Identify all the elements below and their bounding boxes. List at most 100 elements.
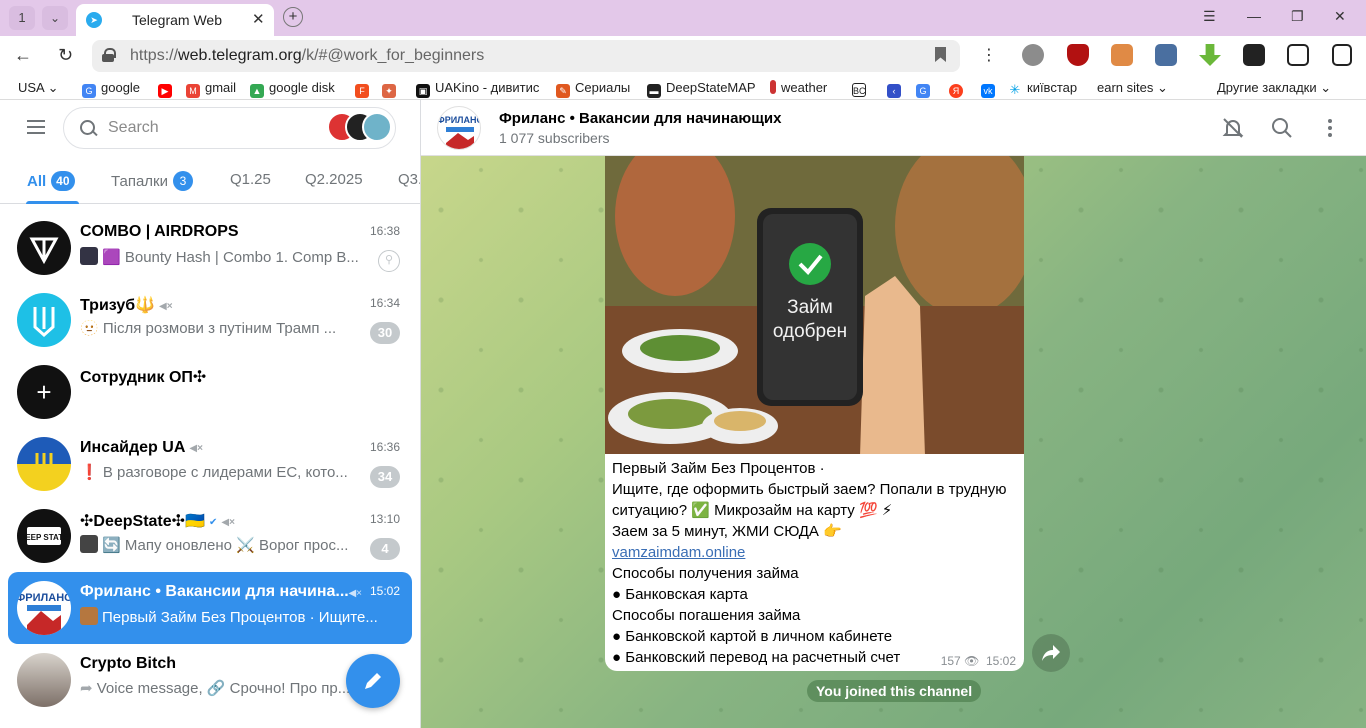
chat-item-tryzub[interactable]: Тризуб🔱 ◀× 16:34 🫥 Після розмови з путіни… [8, 284, 412, 356]
avatar [17, 293, 71, 347]
chat-preview: 🔄 Мапу оновлено ⚔️ Ворог прос... [80, 535, 370, 554]
bookmark-google[interactable]: Ggoogle [82, 80, 140, 98]
chat-time: 15:02 [369, 584, 400, 598]
tab-tapalki[interactable]: Тапалки 3 [111, 171, 193, 191]
google-icon: G [82, 84, 96, 98]
tab-q3[interactable]: Q3. [398, 171, 420, 188]
bookmark-vk-icon[interactable]: vk [981, 80, 1000, 98]
message-link[interactable]: vamzaimdam.online [612, 544, 745, 561]
tab-q2-2025[interactable]: Q2.2025 [305, 171, 363, 188]
sidebar-extension-icon[interactable] [1332, 44, 1352, 66]
avatar [17, 653, 71, 707]
download-extension-icon[interactable] [1199, 44, 1221, 66]
thermometer-icon [770, 80, 776, 94]
unread-badge: 4 [370, 538, 400, 560]
ublock-extension-icon[interactable] [1067, 44, 1089, 66]
chat-title: Тризуб🔱 ◀× [80, 297, 173, 314]
chat-title: Crypto Bitch [80, 655, 176, 672]
bookmark-google-disk[interactable]: ▲ google disk [250, 80, 335, 98]
lock-icon[interactable] [102, 48, 116, 62]
message-text: Первый Займ Без Процентов · Ищите, где о… [612, 460, 1007, 666]
f-icon: F [355, 84, 369, 98]
bookmark-serials[interactable]: ✎ Сериалы [556, 80, 630, 98]
pixel-extension-icon[interactable] [1111, 44, 1133, 66]
reload-icon[interactable]: ↻ [58, 45, 73, 66]
chat-item-combo-airdrops[interactable]: COMBO | AIRDROPS 16:38 🟪 Bounty Hash | C… [8, 212, 412, 284]
url-text[interactable]: https://web.telegram.org/k/#@work_for_be… [130, 47, 484, 65]
bookmark-figma-icon[interactable]: F [355, 80, 374, 98]
chat-title: COMBO | AIRDROPS [80, 223, 239, 240]
bookmark-youtube-icon[interactable]: ▶ [158, 80, 177, 98]
chat-item-deepstate[interactable]: DEEP STATE ✣DeepState✣🇺🇦 ✔ ◀× 13:10 🔄 Мапу… [8, 500, 412, 572]
bookmark-uakino[interactable]: ▣ UAKino - дивитис [416, 80, 539, 98]
story-avatar-3[interactable] [362, 112, 392, 142]
bookmark-gmail[interactable]: Mgmail [186, 80, 236, 98]
bookmark-usa[interactable]: USA ⌄ [18, 80, 59, 96]
subscriber-count: 1 077 subscribers [499, 130, 610, 146]
search-icon[interactable] [1270, 116, 1294, 140]
minimize-icon[interactable]: — [1247, 8, 1261, 24]
channel-title: Фриланс • Вакансии для начинающих [499, 110, 782, 127]
bookmark-bc-icon[interactable]: BC [852, 80, 871, 97]
chat-item-sotrudnik-op[interactable]: + Сотрудник ОП✣ [8, 356, 412, 428]
bookmark-other[interactable]: Другие закладки ⌄ [1217, 80, 1331, 96]
bookmark-icon[interactable] [935, 47, 946, 62]
bookmarks-bar: USA ⌄ Ggoogle ▶ Mgmail ▲ google disk F ✦ … [0, 76, 1366, 100]
search-input[interactable]: Search [63, 107, 396, 149]
photo-caption-line2: одобрен [773, 321, 847, 342]
chat-header[interactable]: ФРИЛАНС Фриланс • Вакансии для начинающи… [421, 100, 1366, 156]
kyivstar-icon: ✳ [1008, 82, 1022, 97]
muted-icon: ◀× [348, 588, 362, 599]
more-vertical-icon[interactable] [1318, 116, 1342, 140]
tab-all[interactable]: All 40 [27, 171, 75, 191]
bookmark-deepstatemap[interactable]: ▬ DeepStateMAP [647, 80, 756, 98]
drive-icon: ▲ [250, 84, 264, 98]
more-vertical-icon[interactable]: ⋮ [981, 45, 997, 65]
yandex-icon: Я [949, 84, 963, 98]
dark-extension-icon[interactable] [1243, 44, 1265, 66]
puzzle-extension-icon[interactable] [1287, 44, 1309, 66]
bookmark-earn-sites[interactable]: earn sites ⌄ [1097, 80, 1168, 96]
close-window-icon[interactable]: ✕ [1334, 8, 1346, 25]
browser-tab-telegram[interactable]: ➤ Telegram Web ✕ [76, 4, 274, 36]
bookmark-star-icon[interactable]: ✦ [382, 80, 401, 98]
globe-extension-icon[interactable] [1022, 44, 1044, 66]
tab-list-dropdown[interactable]: ⌄ [42, 6, 68, 30]
chat-item-insider-ua[interactable]: Инсайдер UA ◀× 16:36 ❗ В разговоре с лиде… [8, 428, 412, 500]
forward-button[interactable] [1032, 634, 1070, 672]
bookmark-translate-icon[interactable]: G [916, 80, 935, 98]
message-bubble[interactable]: Займ одобрен Первый Займ Без Процентов ·… [605, 156, 1024, 671]
search-icon [80, 120, 96, 136]
restore-icon[interactable]: ❐ [1291, 8, 1304, 25]
chat-title: Инсайдер UA ◀× [80, 439, 203, 456]
message-photo[interactable]: Займ одобрен [605, 156, 1024, 454]
unread-badge: 3 [173, 171, 193, 191]
bookmark-kyivstar[interactable]: ✳ київстар [1008, 80, 1077, 97]
address-bar[interactable]: https://web.telegram.org/k/#@work_for_be… [92, 40, 960, 72]
browser-menu-icon[interactable]: ☰ [1203, 8, 1216, 25]
back-arrow-icon[interactable]: ← [14, 45, 32, 66]
address-toolbar: ← ↻ https://web.telegram.org/k/#@work_fo… [0, 36, 1366, 76]
share-arrow-icon [1042, 645, 1060, 661]
pencil-icon [365, 673, 381, 689]
svg-text:DEEP STATE: DEEP STATE [20, 533, 70, 542]
photo-caption-line1: Займ [787, 297, 833, 318]
bookmark-arrow-icon[interactable]: ‹ [887, 80, 906, 98]
close-tab-icon[interactable]: ✕ [252, 10, 265, 28]
new-tab-button[interactable]: + [283, 7, 303, 27]
menu-hamburger-icon[interactable] [27, 120, 45, 134]
new-message-button[interactable] [346, 654, 400, 708]
svg-text:ФРИЛАНС: ФРИЛАНС [438, 115, 481, 125]
uakino-icon: ▣ [416, 84, 430, 98]
tab-q1-25[interactable]: Q1.25 [230, 171, 271, 188]
avatar [17, 221, 71, 275]
channel-avatar[interactable]: ФРИЛАНС [437, 106, 481, 150]
screen-extension-icon[interactable] [1155, 44, 1177, 66]
bookmark-yandex-icon[interactable]: Я [949, 80, 968, 98]
folder-tabs: All 40 Тапалки 3 Q1.25 Q2.2025 Q3. [0, 162, 420, 204]
chat-item-freelance[interactable]: ФРИЛАНС Фриланс • Вакансии для начина...… [8, 572, 412, 644]
tab-counter[interactable]: 1 [9, 6, 35, 30]
chat-time: 16:34 [369, 296, 400, 310]
bell-muted-icon[interactable] [1221, 116, 1245, 140]
bookmark-weather[interactable]: weather [770, 80, 827, 95]
